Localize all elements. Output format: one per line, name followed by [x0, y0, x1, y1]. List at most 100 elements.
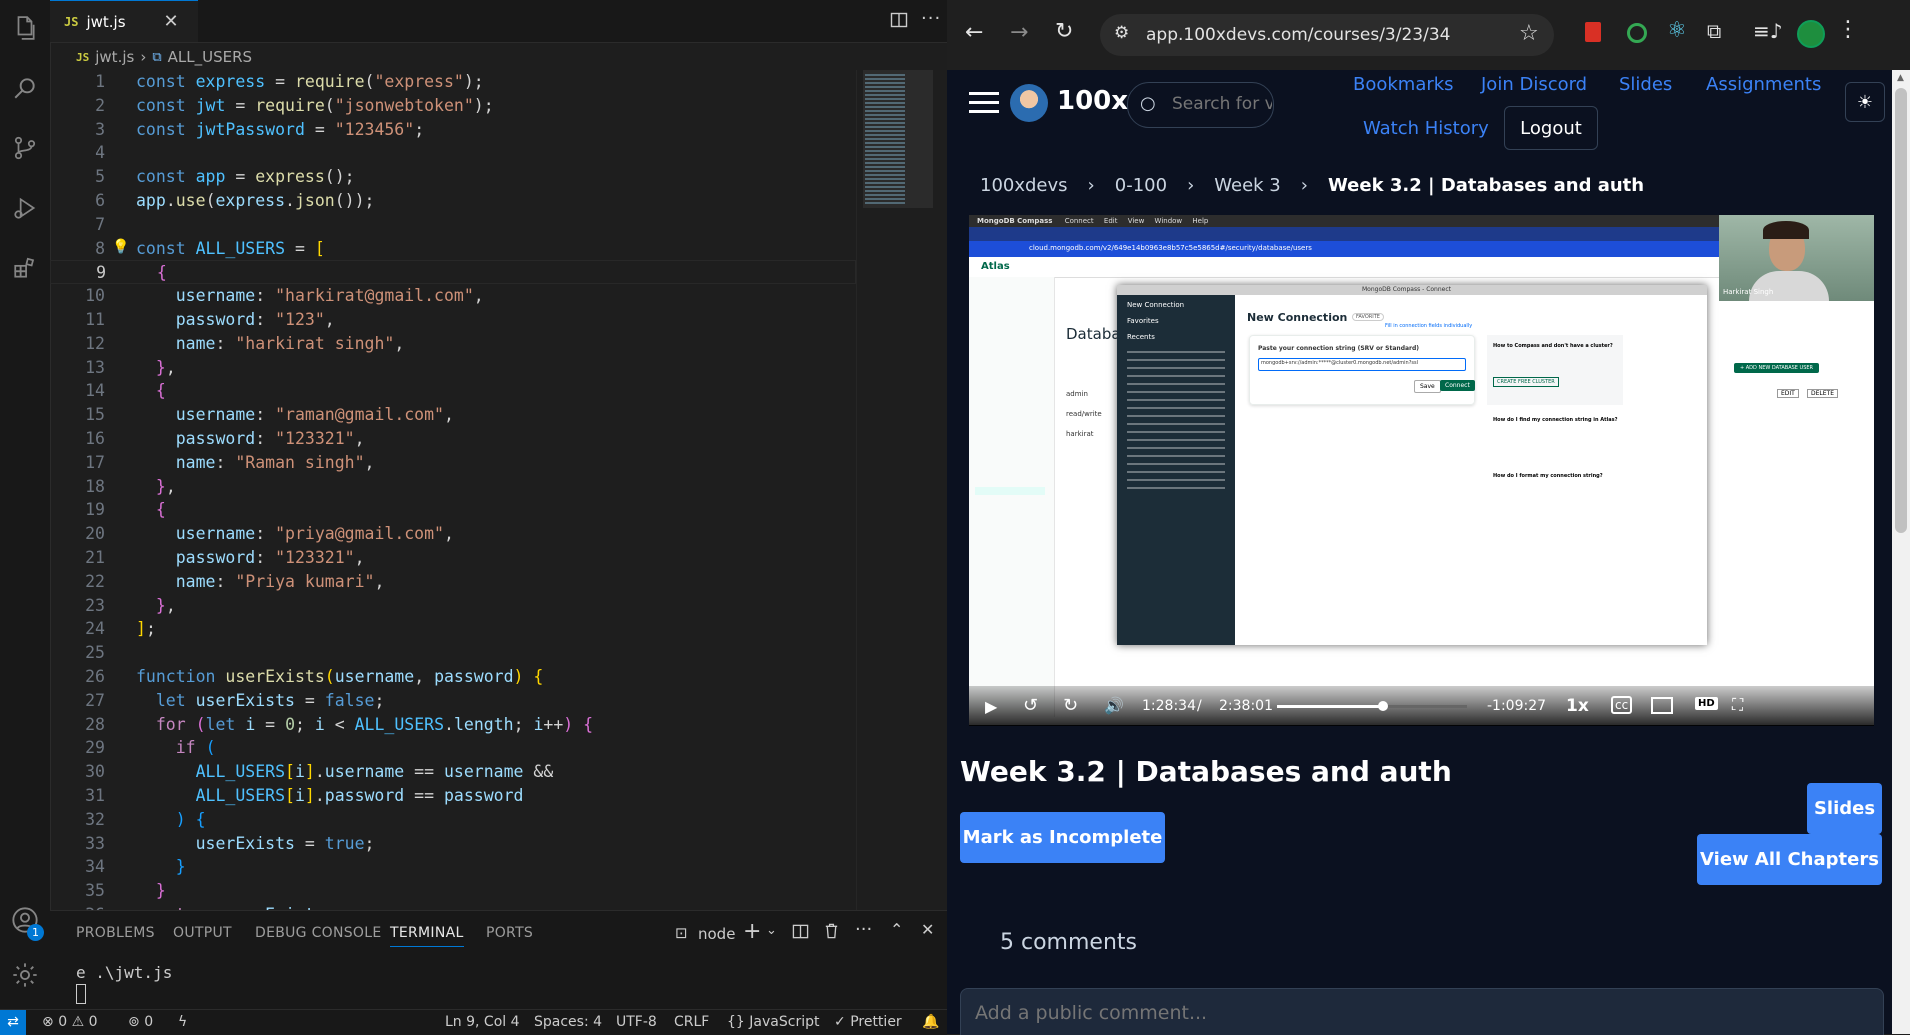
play-icon[interactable]: ▶	[985, 697, 997, 716]
scrollbar-thumb[interactable]	[1895, 88, 1907, 533]
comment-input[interactable]	[973, 1001, 1857, 1025]
split-terminal-icon[interactable]	[792, 923, 809, 944]
theme-toggle-icon[interactable]: ☀	[1845, 82, 1885, 122]
code-line[interactable]: 31 ALL_USERS[i].password == password	[50, 784, 856, 808]
forward-arrow-icon[interactable]: →	[1010, 20, 1028, 45]
encoding[interactable]: UTF-8	[616, 1010, 657, 1035]
code-line[interactable]: 22 name: "Priya kumari",	[50, 570, 856, 594]
code-line[interactable]: 12 name: "harkirat singh",	[50, 332, 856, 356]
breadcrumb-file[interactable]: jwt.js	[95, 48, 134, 66]
react-devtools-icon[interactable]: ⚛	[1667, 18, 1687, 43]
tab-debug-console[interactable]: DEBUG CONSOLE	[255, 925, 382, 941]
playback-speed[interactable]: 1x	[1566, 696, 1589, 716]
account-icon[interactable]: 1	[5, 900, 45, 941]
breadcrumb-item[interactable]: 0-100	[1115, 175, 1167, 196]
code-line[interactable]: 19 {	[50, 498, 856, 522]
code-line[interactable]: 23 },	[50, 594, 856, 618]
volume-icon[interactable]: 🔊	[1104, 696, 1124, 715]
fullscreen-icon[interactable]: ⛶	[1732, 695, 1743, 715]
breadcrumb-item[interactable]: 100xdevs	[980, 175, 1068, 196]
tab-jwt-js[interactable]: JS jwt.js ✕	[50, 0, 198, 42]
search-icon[interactable]	[5, 68, 45, 108]
code-line[interactable]: 33 userExists = true;	[50, 832, 856, 856]
indentation[interactable]: Spaces: 4	[534, 1010, 602, 1035]
code-line[interactable]: 11 password: "123",	[50, 308, 856, 332]
mark-incomplete-button[interactable]: Mark as Incomplete	[960, 812, 1165, 863]
terminal-output[interactable]: e .\jwt.js	[76, 963, 936, 1004]
tab-problems[interactable]: PROBLEMS	[76, 925, 155, 941]
reload-icon[interactable]: ↻	[1055, 19, 1073, 44]
code-line[interactable]: 9 {	[50, 260, 856, 285]
hd-quality-icon[interactable]: HD	[1695, 697, 1718, 710]
logout-button[interactable]: Logout	[1504, 106, 1598, 150]
split-editor-icon[interactable]	[890, 11, 908, 33]
captions-icon[interactable]: cc	[1611, 696, 1633, 714]
nav-watch-history[interactable]: Watch History	[1363, 118, 1489, 139]
tab-terminal[interactable]: TERMINAL	[390, 925, 464, 947]
code-line[interactable]: 29 if (	[50, 736, 856, 760]
nav-slides[interactable]: Slides	[1619, 74, 1672, 95]
logo-avatar[interactable]	[1010, 84, 1048, 122]
comment-box[interactable]	[960, 988, 1884, 1035]
site-info-icon[interactable]: ⚙	[1114, 23, 1129, 43]
tab-output[interactable]: OUTPUT	[173, 925, 232, 941]
seek-handle[interactable]	[1378, 701, 1389, 711]
code-line[interactable]: 34 }	[50, 855, 856, 879]
new-terminal-icon[interactable]: +	[743, 919, 761, 944]
code-line[interactable]: 18 },	[50, 475, 856, 499]
extension-red-icon[interactable]	[1585, 22, 1601, 42]
prettier-status[interactable]: ✓ Prettier	[834, 1010, 902, 1035]
settings-gear-icon[interactable]	[5, 955, 45, 995]
lightbulb-icon[interactable]: 💡	[112, 239, 129, 255]
code-line[interactable]: 35 }	[50, 879, 856, 903]
search-input[interactable]	[1170, 93, 1274, 115]
breadcrumb-symbol[interactable]: ALL_USERS	[168, 48, 252, 66]
language-mode[interactable]: {} JavaScript	[727, 1010, 819, 1035]
code-line[interactable]: 7	[50, 213, 856, 237]
code-line[interactable]: 13 },	[50, 356, 856, 380]
lightning-icon[interactable]: ϟ	[178, 1010, 187, 1035]
code-line[interactable]: 1 const express = require("express");	[50, 70, 856, 94]
minimap[interactable]	[856, 70, 947, 910]
hamburger-menu-icon[interactable]	[969, 92, 999, 118]
code-editor[interactable]: 1 const express = require("express"); 2 con…	[50, 70, 856, 910]
profile-avatar[interactable]	[1797, 20, 1825, 48]
code-line[interactable]: 16 password: "123321",	[50, 427, 856, 451]
trash-icon[interactable]	[823, 922, 840, 944]
breadcrumb-item[interactable]: Week 3	[1214, 175, 1281, 196]
nav-bookmarks[interactable]: Bookmarks	[1353, 74, 1454, 95]
run-debug-icon[interactable]	[5, 188, 45, 228]
rewind-icon[interactable]: ↺	[1023, 695, 1038, 716]
remote-indicator[interactable]: ⇄	[0, 1010, 26, 1035]
code-line[interactable]: 14 {	[50, 379, 856, 403]
chevron-down-icon[interactable]: ⌄	[766, 923, 777, 938]
maximize-panel-icon[interactable]: ⌃	[890, 920, 903, 939]
ports-status[interactable]: ⊚ 0	[128, 1010, 153, 1035]
nav-assignments[interactable]: Assignments	[1706, 74, 1821, 95]
cursor-position[interactable]: Ln 9, Col 4	[445, 1010, 520, 1035]
bookmark-star-icon[interactable]: ☆	[1519, 21, 1539, 46]
slides-button[interactable]: Slides	[1807, 783, 1882, 834]
url-text[interactable]: app.100xdevs.com/courses/3/23/34	[1146, 25, 1450, 45]
page-scrollbar[interactable]: ▲	[1892, 70, 1910, 1034]
code-line[interactable]: 8 const ALL_USERS = [	[50, 237, 856, 261]
back-arrow-icon[interactable]: ←	[965, 20, 983, 45]
search-box[interactable]: ○	[1127, 82, 1274, 128]
more-actions-icon[interactable]: ···	[921, 8, 941, 29]
code-line[interactable]: 27 let userExists = false;	[50, 689, 856, 713]
forward-icon[interactable]: ↻	[1063, 695, 1078, 716]
code-line[interactable]: 25	[50, 641, 856, 665]
code-line[interactable]: 21 password: "123321",	[50, 546, 856, 570]
address-bar[interactable]: ⚙ app.100xdevs.com/courses/3/23/34 ☆	[1100, 14, 1554, 56]
tab-ports[interactable]: PORTS	[486, 925, 533, 941]
code-line[interactable]: 5 const app = express();	[50, 165, 856, 189]
close-panel-icon[interactable]: ✕	[921, 920, 934, 939]
code-line[interactable]: 10 username: "harkirat@gmail.com",	[50, 284, 856, 308]
view-all-chapters-button[interactable]: View All Chapters	[1697, 834, 1882, 885]
code-line[interactable]: 36 return userExists;	[50, 903, 856, 910]
scrollbar-up-arrow-icon[interactable]: ▲	[1897, 73, 1904, 83]
source-control-icon[interactable]	[5, 128, 45, 168]
explorer-icon[interactable]	[5, 8, 45, 48]
close-tab-icon[interactable]: ✕	[164, 11, 179, 32]
video-player[interactable]: MongoDB Compass Connect Edit View Window…	[969, 215, 1874, 725]
